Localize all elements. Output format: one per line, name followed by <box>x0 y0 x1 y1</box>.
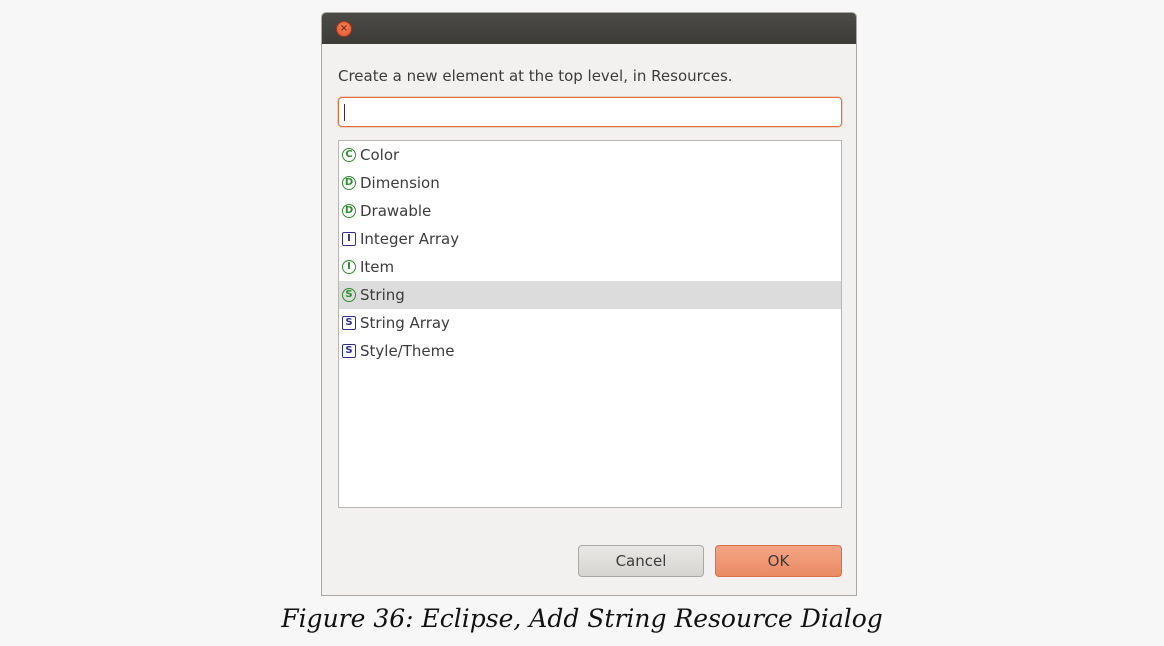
list-item[interactable]: D Drawable <box>339 197 841 225</box>
text-cursor <box>344 104 345 121</box>
list-item-label: String Array <box>360 314 450 332</box>
list-item-label: Dimension <box>360 174 440 192</box>
element-list[interactable]: C Color D Dimension D Drawable I Integer Array I… <box>338 140 842 508</box>
list-item-label: Item <box>360 258 395 276</box>
ok-button[interactable]: OK <box>715 545 842 577</box>
list-item[interactable]: I Item <box>339 253 841 281</box>
element-square-icon: I <box>342 232 356 246</box>
figure-caption: Figure 36: Eclipse, Add String Resource … <box>281 604 883 633</box>
element-search-input[interactable] <box>338 97 842 127</box>
add-resource-dialog: × Create a new element at the top level,… <box>321 12 857 596</box>
close-icon[interactable]: × <box>336 21 352 37</box>
cancel-button[interactable]: Cancel <box>578 545 704 577</box>
dialog-prompt: Create a new element at the top level, i… <box>338 67 733 85</box>
list-item[interactable]: S String Array <box>339 309 841 337</box>
list-item-label: Integer Array <box>360 230 460 248</box>
list-item-label: String <box>360 286 405 304</box>
list-item[interactable]: D Dimension <box>339 169 841 197</box>
element-circle-icon: C <box>342 148 356 162</box>
list-item[interactable]: C Color <box>339 141 841 169</box>
element-square-icon: S <box>342 316 356 330</box>
list-item-label: Drawable <box>360 202 432 220</box>
element-square-icon: S <box>342 344 356 358</box>
list-item-label: Style/Theme <box>360 342 455 360</box>
list-item-label: Color <box>360 146 400 164</box>
list-item[interactable]: S Style/Theme <box>339 337 841 365</box>
element-circle-icon: I <box>342 260 356 274</box>
dialog-titlebar: × <box>322 13 856 44</box>
list-item[interactable]: S String <box>339 281 841 309</box>
element-circle-icon: D <box>342 176 356 190</box>
list-item[interactable]: I Integer Array <box>339 225 841 253</box>
element-circle-icon: S <box>342 288 356 302</box>
element-circle-icon: D <box>342 204 356 218</box>
